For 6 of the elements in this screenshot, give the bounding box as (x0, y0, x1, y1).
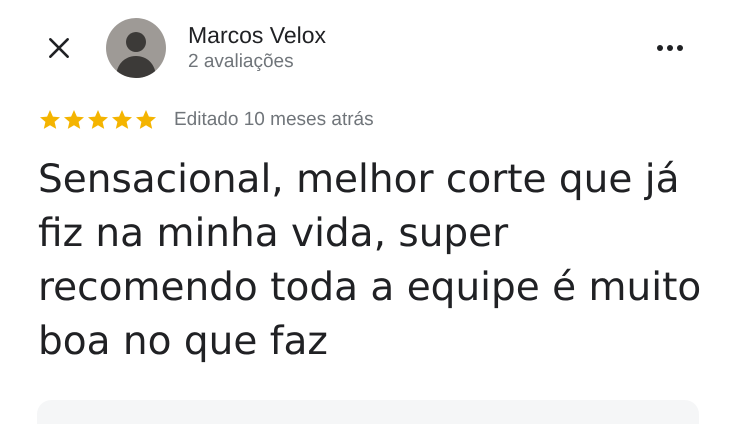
review-count: 2 avaliações (188, 50, 295, 74)
more-options-icon (656, 44, 684, 52)
close-icon (46, 35, 72, 61)
review-text: Sensacional, melhor corte que já fiz na minha vida, super recomendo toda a equipe é muito boa no que faz (38, 156, 702, 366)
review-date: Editado 10 meses atrás (174, 108, 374, 132)
reviewer-name: Marcos Velox (188, 21, 326, 49)
